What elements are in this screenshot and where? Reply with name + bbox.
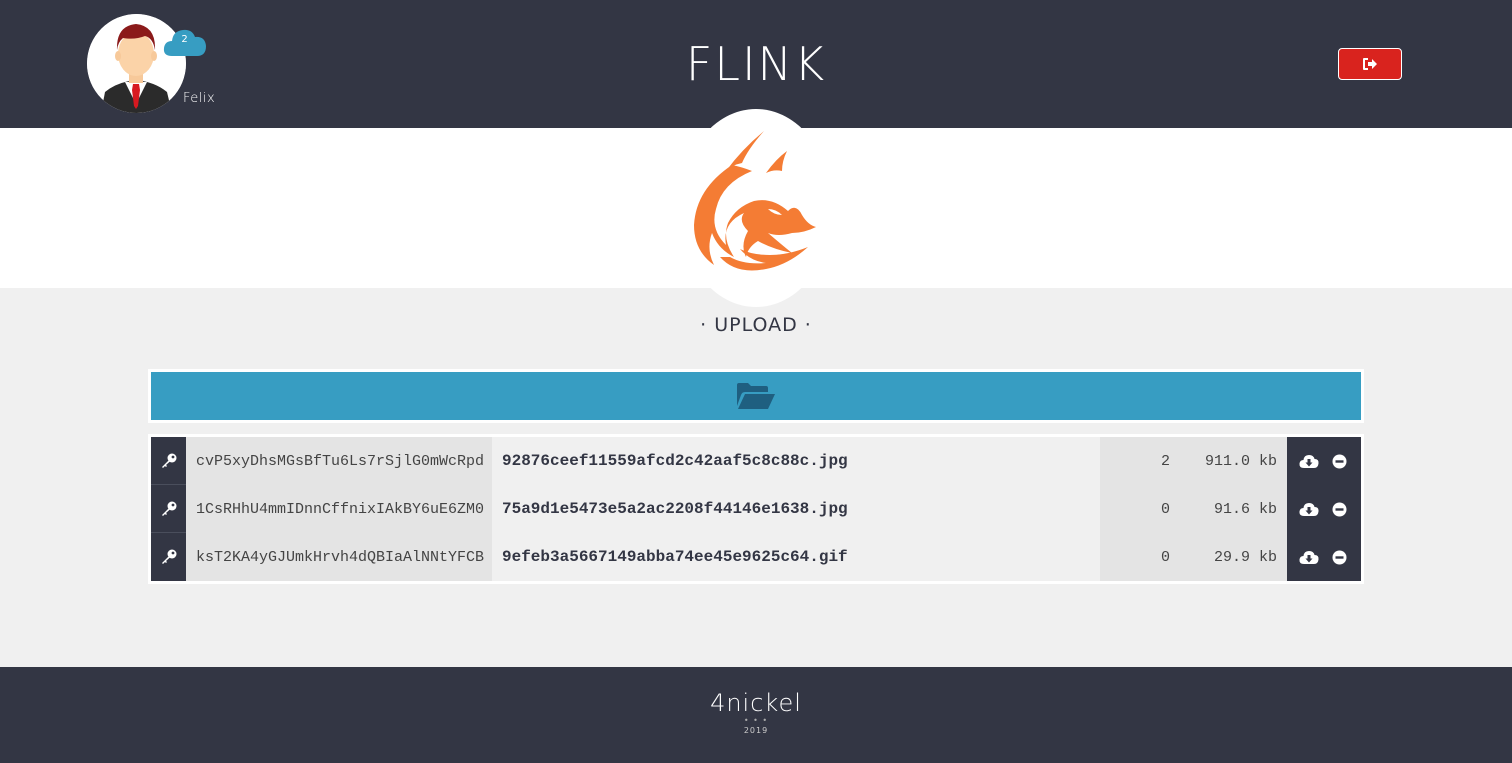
minus-circle-icon xyxy=(1332,550,1347,564)
file-token: ksT2KA4yGJUmkHrvh4dQBIaAlNNtYFCB xyxy=(186,533,492,581)
key-icon xyxy=(161,453,176,468)
table-row: ksT2KA4yGJUmkHrvh4dQBIaAlNNtYFCB 9efeb3a… xyxy=(151,533,1361,581)
table-row: cvP5xyDhsMGsBfTu6Ls7rSjlG0mWcRpd 92876ce… xyxy=(151,437,1361,485)
upload-frame xyxy=(148,369,1364,423)
download-button[interactable] xyxy=(1297,449,1321,473)
file-token: cvP5xyDhsMGsBfTu6Ls7rSjlG0mWcRpd xyxy=(186,437,492,485)
key-button[interactable] xyxy=(151,437,186,485)
username-label: Felix xyxy=(183,91,216,106)
key-icon xyxy=(161,501,176,516)
file-name[interactable]: 92876ceef11559afcd2c42aaf5c8c88c.jpg xyxy=(492,437,1100,485)
cloud-download-icon xyxy=(1298,550,1319,564)
app-title: FLINK xyxy=(685,37,827,91)
row-actions xyxy=(1287,485,1361,533)
footer-brand: 4nickel xyxy=(710,689,802,717)
cloud-download-icon xyxy=(1298,502,1319,516)
file-name[interactable]: 9efeb3a5667149abba74ee45e9625c64.gif xyxy=(492,533,1100,581)
key-button[interactable] xyxy=(151,533,186,581)
remove-button[interactable] xyxy=(1328,545,1352,569)
row-actions xyxy=(1287,437,1361,485)
footer-divider: • • • xyxy=(743,716,769,725)
upload-button[interactable] xyxy=(151,372,1361,420)
key-button[interactable] xyxy=(151,485,186,533)
section-title: · UPLOAD · xyxy=(700,314,812,336)
file-token: 1CsRHhU4mmIDnnCffnixIAkBY6uE6ZM0 xyxy=(186,485,492,533)
download-button[interactable] xyxy=(1297,497,1321,521)
minus-circle-icon xyxy=(1332,454,1347,468)
minus-circle-icon xyxy=(1332,502,1347,516)
download-button[interactable] xyxy=(1297,545,1321,569)
file-size: 91.6 kb xyxy=(1178,485,1287,533)
download-count: 0 xyxy=(1100,485,1178,533)
key-icon xyxy=(161,549,176,564)
folder-open-icon xyxy=(737,383,775,409)
notification-count: 2 xyxy=(181,34,188,45)
page-footer: 4nickel • • • 2019 xyxy=(0,667,1512,763)
cloud-download-icon xyxy=(1298,454,1319,468)
notification-cloud-badge[interactable]: 2 xyxy=(162,26,207,58)
file-size: 911.0 kb xyxy=(1178,437,1287,485)
logout-button[interactable] xyxy=(1338,48,1402,80)
logo-badge xyxy=(679,109,833,307)
fox-logo-icon xyxy=(694,131,816,271)
footer-year: 2019 xyxy=(743,726,769,735)
file-table: cvP5xyDhsMGsBfTu6Ls7rSjlG0mWcRpd 92876ce… xyxy=(148,434,1364,584)
sign-out-icon xyxy=(1363,58,1377,70)
download-count: 0 xyxy=(1100,533,1178,581)
remove-button[interactable] xyxy=(1328,497,1352,521)
remove-button[interactable] xyxy=(1328,449,1352,473)
table-row: 1CsRHhU4mmIDnnCffnixIAkBY6uE6ZM0 75a9d1e… xyxy=(151,485,1361,533)
row-actions xyxy=(1287,533,1361,581)
file-size: 29.9 kb xyxy=(1178,533,1287,581)
file-name[interactable]: 75a9d1e5473e5a2ac2208f44146e1638.jpg xyxy=(492,485,1100,533)
download-count: 2 xyxy=(1100,437,1178,485)
